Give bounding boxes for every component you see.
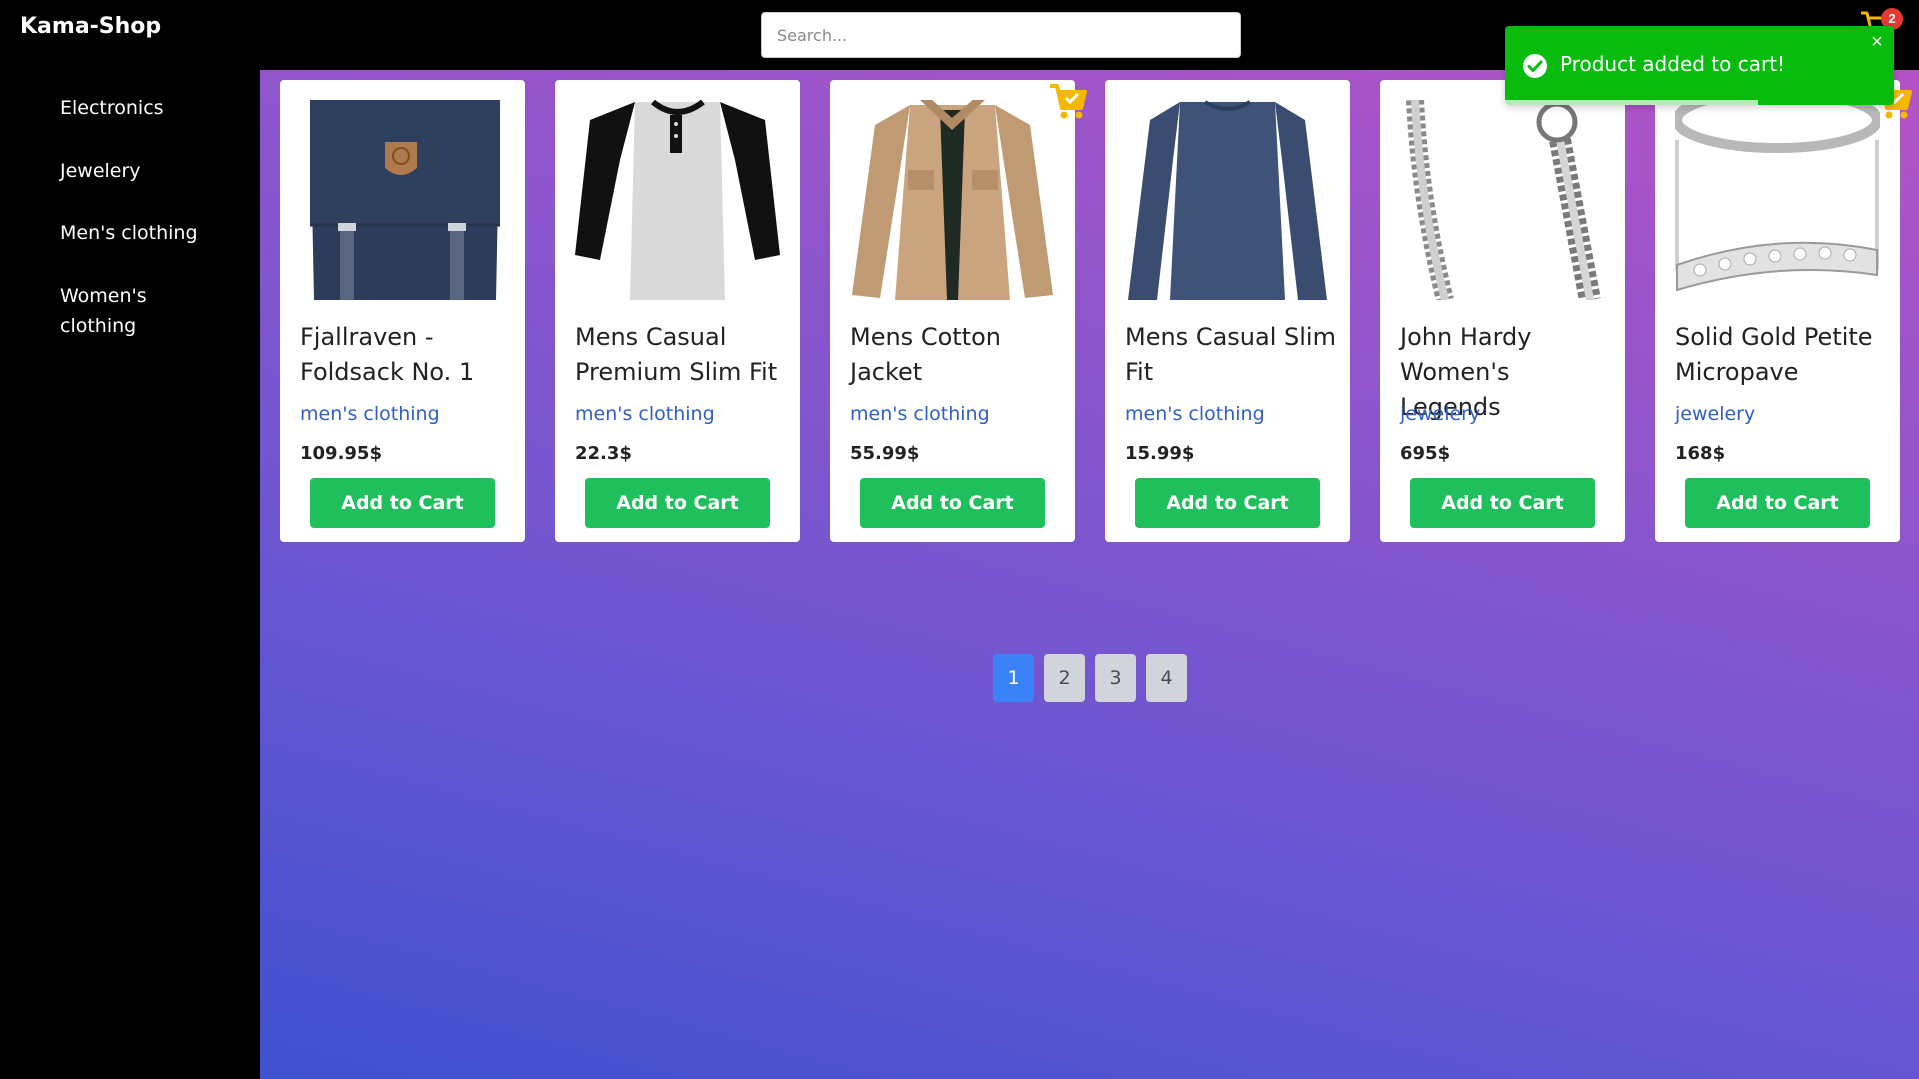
product-category[interactable]: jewelery: [1675, 403, 1755, 425]
toast-notification: Product added to cart! ×: [1505, 26, 1894, 105]
product-category[interactable]: jewelery: [1400, 403, 1480, 425]
close-icon[interactable]: ×: [1867, 32, 1887, 52]
product-image-bracelet[interactable]: [1400, 100, 1605, 300]
sidebar-item-electronics[interactable]: Electronics: [60, 93, 164, 123]
product-price: 22.3$: [575, 443, 632, 464]
sidebar-item-jewelery[interactable]: Jewelery: [60, 156, 141, 186]
check-circle-icon: [1523, 54, 1547, 78]
search-input[interactable]: [761, 12, 1241, 58]
product-image-longsleeve[interactable]: [1125, 100, 1330, 300]
product-title[interactable]: Mens Cotton Jacket: [850, 320, 1065, 390]
product-category[interactable]: men's clothing: [575, 403, 715, 425]
add-to-cart-button[interactable]: Add to Cart: [310, 478, 495, 528]
product-title[interactable]: Mens Casual Slim Fit: [1125, 320, 1340, 390]
add-to-cart-button[interactable]: Add to Cart: [585, 478, 770, 528]
brand-logo[interactable]: Kama-Shop: [20, 14, 161, 39]
product-title[interactable]: Solid Gold Petite Micropave: [1675, 320, 1890, 390]
sidebar-item-mens-clothing[interactable]: Men's clothing: [60, 218, 198, 248]
product-card: Mens Casual Slim Fit men's clothing 15.9…: [1105, 80, 1350, 542]
product-card: Mens Cotton Jacket men's clothing 55.99$…: [830, 80, 1087, 542]
add-to-cart-button[interactable]: Add to Cart: [860, 478, 1045, 528]
product-image-tshirt[interactable]: [575, 100, 780, 300]
add-to-cart-button[interactable]: Add to Cart: [1410, 478, 1595, 528]
page-button-2[interactable]: 2: [1044, 654, 1085, 702]
product-category[interactable]: men's clothing: [850, 403, 990, 425]
product-title[interactable]: Mens Casual Premium Slim Fit: [575, 320, 790, 390]
add-to-cart-button[interactable]: Add to Cart: [1135, 478, 1320, 528]
product-price: 109.95$: [300, 443, 382, 464]
product-price: 15.99$: [1125, 443, 1195, 464]
add-to-cart-button[interactable]: Add to Cart: [1685, 478, 1870, 528]
product-card: Fjallraven - Foldsack No. 1 men's clothi…: [280, 80, 525, 542]
sidebar-item-womens-clothing[interactable]: Women's clothing: [60, 281, 180, 341]
product-card: Mens Casual Premium Slim Fit men's cloth…: [555, 80, 800, 542]
product-card: Solid Gold Petite Micropave jewelery 168…: [1655, 80, 1912, 542]
page-button-3[interactable]: 3: [1095, 654, 1136, 702]
toast-message: Product added to cart!: [1560, 52, 1786, 76]
product-price: 695$: [1400, 443, 1451, 464]
product-image-jacket[interactable]: [850, 100, 1055, 300]
product-category[interactable]: men's clothing: [1125, 403, 1265, 425]
page-button-1[interactable]: 1: [993, 654, 1034, 702]
product-category[interactable]: men's clothing: [300, 403, 440, 425]
product-price: 55.99$: [850, 443, 920, 464]
toast-progress-bar: [1505, 100, 1758, 105]
product-image-ring[interactable]: [1675, 100, 1880, 300]
cart-check-icon: [1050, 84, 1087, 119]
product-price: 168$: [1675, 443, 1726, 464]
page-button-4[interactable]: 4: [1146, 654, 1187, 702]
product-grid-area: Fjallraven - Foldsack No. 1 men's clothi…: [260, 70, 1919, 1079]
sidebar: Electronics Jewelery Men's clothing Wome…: [0, 70, 260, 1079]
product-title[interactable]: Fjallraven - Foldsack No. 1: [300, 320, 515, 390]
product-image-backpack[interactable]: [300, 100, 505, 300]
product-card: John Hardy Women's Legends jewelery 695$…: [1380, 80, 1625, 542]
